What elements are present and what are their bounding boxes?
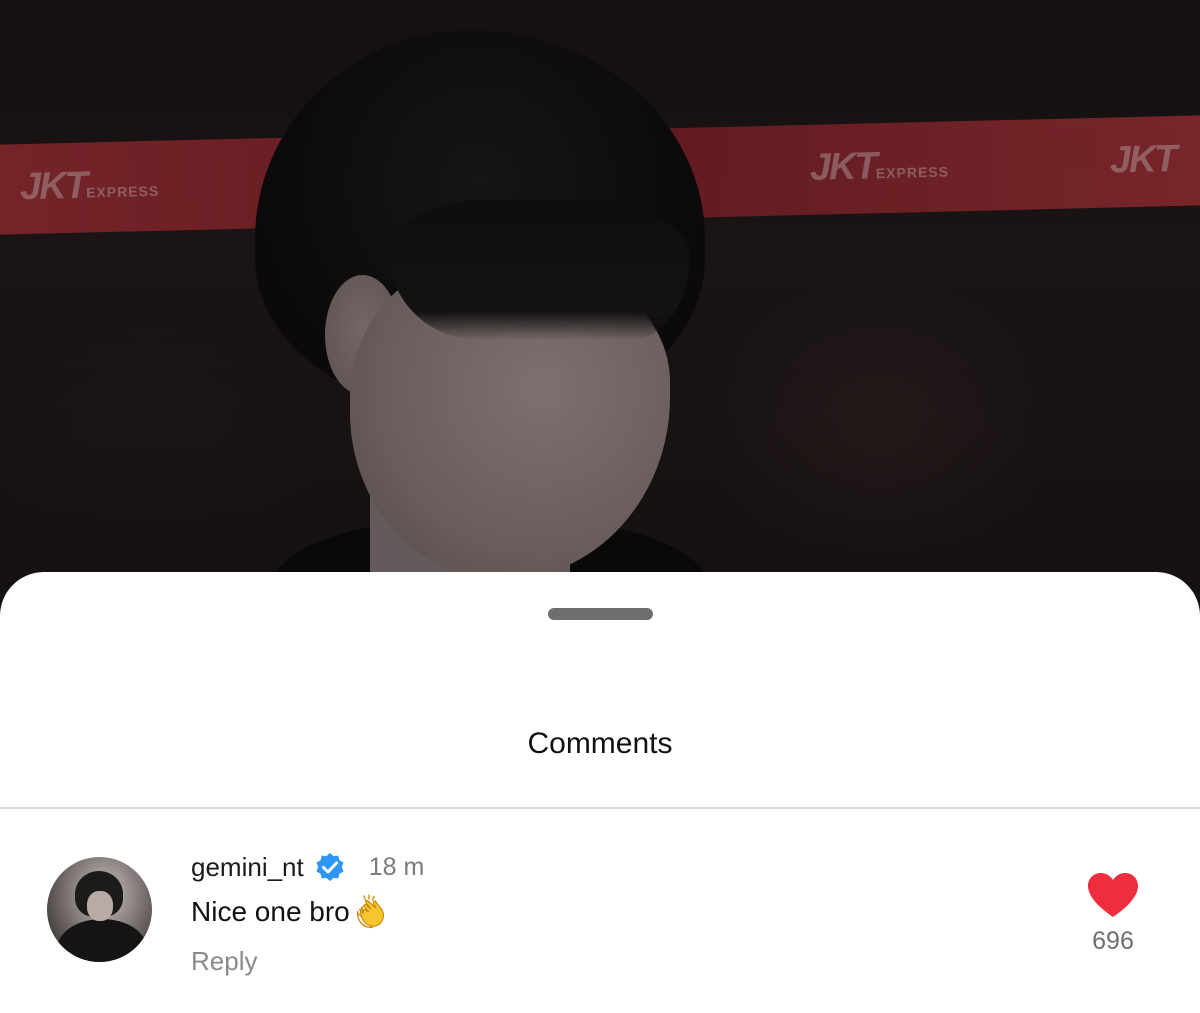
username[interactable]: gemini_nt (191, 852, 304, 883)
verified-badge-icon (313, 850, 347, 884)
heart-icon (1088, 873, 1138, 917)
overlay-dimmer[interactable] (0, 0, 1200, 620)
post-background-photo: JKTEXPRESS JKTEXPRESS JKT (0, 0, 1200, 620)
clapping-hands-icon (352, 893, 390, 931)
like-count: 696 (1092, 927, 1134, 955)
comment-timestamp: 18 m (368, 852, 425, 881)
comment-text: Nice one bro (191, 896, 350, 927)
comment-item: gemini_nt 18 m Nice one bro Reply 696 (0, 809, 1200, 1013)
avatar[interactable] (47, 857, 152, 962)
sheet-title: Comments (527, 727, 673, 760)
drag-handle[interactable] (548, 608, 653, 620)
like-button[interactable] (1085, 871, 1141, 919)
reply-button[interactable]: Reply (191, 941, 257, 981)
comment-header: gemini_nt 18 m (191, 847, 424, 887)
comments-sheet: Comments gemini_nt 18 m Nice one bro Rep… (0, 572, 1200, 1013)
comment-body: Nice one bro (191, 892, 390, 932)
